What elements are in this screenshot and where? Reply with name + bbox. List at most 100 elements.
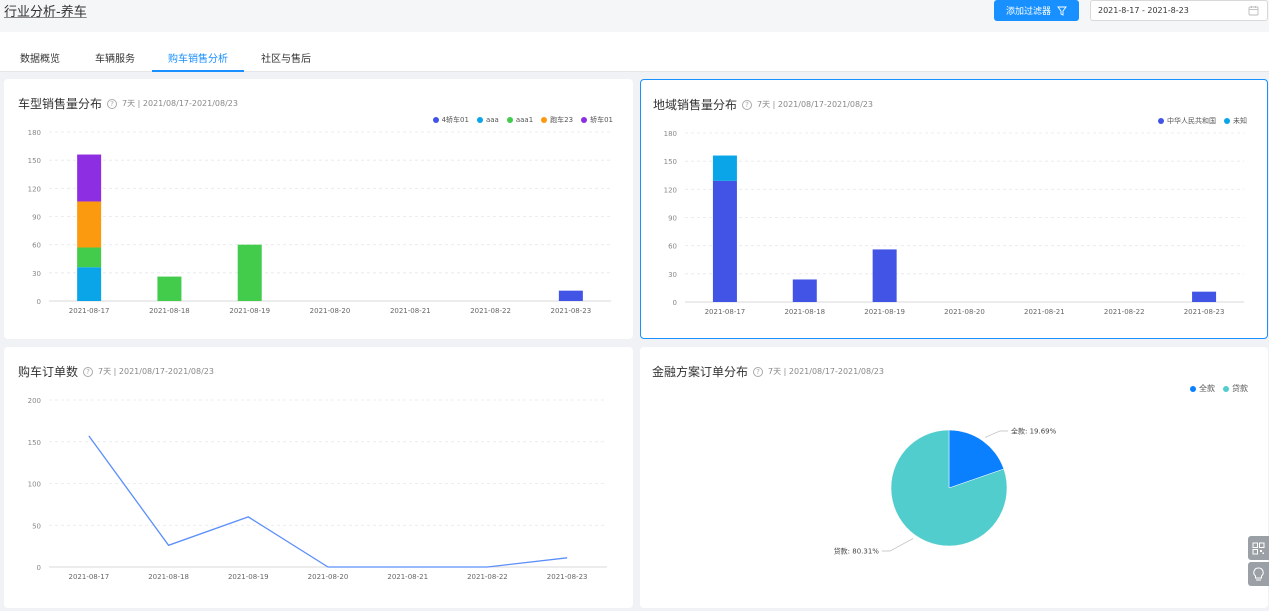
legend-label: 贷款 bbox=[1232, 384, 1248, 393]
pie-label-line bbox=[984, 430, 1009, 438]
legend-swatch bbox=[1190, 385, 1196, 392]
bar-segment bbox=[237, 244, 262, 301]
top-bar: 行业分析-养车 添加过滤器 2021-8-17 - 2021-8-23 bbox=[0, 0, 1269, 32]
card-title: 车型销售量分布 bbox=[18, 97, 103, 111]
date-range-picker[interactable]: 2021-8-17 - 2021-8-23 bbox=[1090, 0, 1268, 21]
card-meta: 7天 | 2021/08/17-2021/08/23 bbox=[757, 100, 873, 109]
legend-swatch bbox=[1223, 385, 1229, 392]
legend-item[interactable]: 全款 bbox=[1190, 383, 1215, 394]
y-tick-label: 30 bbox=[32, 270, 41, 278]
filter-icon bbox=[1057, 6, 1067, 16]
y-tick-label: 150 bbox=[28, 439, 41, 447]
chart-legend: 全款 贷款 bbox=[1190, 383, 1248, 394]
page-title: 行业分析-养车 bbox=[4, 5, 87, 20]
help-icon[interactable]: ? bbox=[83, 366, 94, 377]
legend-swatch bbox=[1224, 118, 1230, 124]
tab-data-overview[interactable]: 数据概览 bbox=[20, 50, 60, 72]
legend-item[interactable]: 轿车01 bbox=[581, 115, 613, 125]
x-tick-label: 2021-08-21 bbox=[390, 307, 431, 315]
tab-community-aftersales[interactable]: 社区与售后 bbox=[261, 50, 311, 72]
help-icon[interactable]: ? bbox=[753, 366, 764, 377]
y-tick-label: 180 bbox=[664, 130, 677, 138]
y-tick-label: 0 bbox=[673, 299, 677, 307]
model-sales-card: 0 30 60 90 120 150 180 2021-08-17 2021-08-18 2021… bbox=[4, 79, 633, 339]
card-title-row: 购车订单数 ? 7天 | 2021/08/17-2021/08/23 bbox=[18, 363, 214, 380]
x-tick-label: 2021-08-18 bbox=[148, 573, 189, 581]
add-filter-button[interactable]: 添加过滤器 bbox=[994, 0, 1079, 21]
legend-swatch bbox=[432, 117, 439, 123]
x-tick-label: 2021-08-22 bbox=[467, 573, 508, 581]
region-sales-card: 0 30 60 90 120 150 180 2021-08-17 2021-08-18 2021… bbox=[640, 79, 1268, 339]
orders-chart: 0 50 100 150 200 2021-08-17 2021-08-18 2021-08-… bbox=[28, 397, 607, 581]
pie-label-line bbox=[881, 538, 914, 552]
bar-segment bbox=[1192, 291, 1217, 302]
card-title-row: 地域销售量分布 ? 7天 | 2021/08/17-2021/08/23 bbox=[653, 96, 873, 113]
legend-label: aaa bbox=[485, 116, 499, 124]
y-tick-label: 0 bbox=[37, 564, 41, 572]
x-tick-label: 2021-08-22 bbox=[470, 307, 511, 315]
x-tick-label: 2021-08-21 bbox=[1024, 308, 1065, 316]
x-tick-label: 2021-08-23 bbox=[551, 307, 592, 315]
legend-label: 全款 bbox=[1199, 384, 1215, 393]
legend-swatch bbox=[506, 117, 513, 123]
help-icon[interactable]: ? bbox=[742, 99, 753, 110]
bar-segment bbox=[872, 249, 897, 302]
y-tick-label: 180 bbox=[28, 129, 41, 137]
y-tick-label: 60 bbox=[668, 243, 677, 251]
legend-swatch bbox=[1158, 118, 1164, 124]
x-tick-label: 2021-08-20 bbox=[944, 308, 985, 316]
bar-segment bbox=[792, 279, 817, 302]
y-tick-label: 100 bbox=[28, 481, 41, 489]
legend-label: 轿车01 bbox=[590, 116, 613, 124]
x-tick-label: 2021-08-20 bbox=[308, 573, 349, 581]
legend-item[interactable]: aaa bbox=[476, 115, 499, 125]
finance-card: 全款: 19.69% 贷款: 80.31% 金融方案订单分布 ? 7天 | 202… bbox=[640, 347, 1268, 608]
y-tick-label: 200 bbox=[28, 397, 41, 405]
bar-segment bbox=[77, 247, 102, 268]
card-title: 购车订单数 bbox=[18, 365, 79, 379]
y-tick-label: 120 bbox=[28, 185, 41, 193]
x-tick-label: 2021-08-20 bbox=[310, 307, 351, 315]
qrcode-icon[interactable] bbox=[1248, 536, 1269, 560]
card-title: 金融方案订单分布 bbox=[652, 365, 749, 379]
legend-label: 未知 bbox=[1233, 117, 1247, 125]
add-filter-label: 添加过滤器 bbox=[1005, 7, 1051, 17]
x-tick-label: 2021-08-21 bbox=[387, 573, 428, 581]
legend-item[interactable]: 未知 bbox=[1224, 116, 1247, 126]
card-meta: 7天 | 2021/08/17-2021/08/23 bbox=[98, 367, 214, 376]
orders-card: 0 50 100 150 200 2021-08-17 2021-08-18 2021-08-… bbox=[4, 347, 633, 608]
bar-segment bbox=[157, 276, 182, 301]
legend-item[interactable]: 中华人民共和国 bbox=[1158, 116, 1216, 126]
y-tick-label: 0 bbox=[37, 298, 41, 306]
y-tick-label: 30 bbox=[668, 271, 677, 279]
x-tick-label: 2021-08-23 bbox=[547, 573, 588, 581]
tabs-bar: 数据概览 车辆服务 购车销售分析 社区与售后 bbox=[0, 32, 1269, 72]
pie-label: 贷款: 80.31% bbox=[834, 547, 880, 556]
x-tick-label: 2021-08-19 bbox=[228, 573, 269, 581]
bar-segment bbox=[558, 290, 583, 301]
legend-item[interactable]: 贷款 bbox=[1223, 383, 1248, 394]
pie-label: 全款: 19.69% bbox=[1011, 426, 1057, 435]
series-line bbox=[88, 435, 568, 568]
legend-item[interactable]: 跑车23 bbox=[541, 115, 573, 125]
y-tick-label: 90 bbox=[668, 215, 677, 223]
y-tick-label: 50 bbox=[32, 522, 41, 530]
lightbulb-icon[interactable] bbox=[1248, 562, 1269, 586]
legend-label: aaa1 bbox=[515, 116, 534, 124]
legend-item[interactable]: 4轿车01 bbox=[432, 115, 469, 125]
card-meta: 7天 | 2021/08/17-2021/08/23 bbox=[122, 99, 238, 108]
card-title: 地域销售量分布 bbox=[653, 98, 738, 112]
x-tick-label: 2021-08-23 bbox=[1184, 308, 1225, 316]
tab-car-sales-analysis[interactable]: 购车销售分析 bbox=[152, 50, 244, 72]
finance-chart: 全款: 19.69% 贷款: 80.31% bbox=[834, 426, 1057, 556]
help-icon[interactable]: ? bbox=[107, 98, 118, 109]
card-title-row: 金融方案订单分布 ? 7天 | 2021/08/17-2021/08/23 bbox=[652, 363, 884, 380]
x-tick-label: 2021-08-17 bbox=[69, 573, 110, 581]
tab-vehicle-service[interactable]: 车辆服务 bbox=[95, 50, 135, 72]
card-title-row: 车型销售量分布 ? 7天 | 2021/08/17-2021/08/23 bbox=[18, 95, 238, 112]
legend-item[interactable]: aaa1 bbox=[506, 115, 534, 125]
card-meta: 7天 | 2021/08/17-2021/08/23 bbox=[768, 367, 884, 376]
legend-swatch bbox=[476, 117, 483, 123]
y-tick-label: 150 bbox=[664, 158, 677, 166]
bar-segment bbox=[712, 180, 737, 302]
